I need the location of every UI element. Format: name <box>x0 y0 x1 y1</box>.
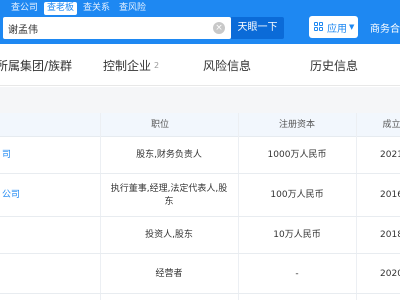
column-header-position: 职位 <box>150 120 169 130</box>
apps-label: 应用 <box>327 23 347 35</box>
clear-icon[interactable]: × <box>213 22 225 34</box>
tab-group-label: 所属集团/族群 <box>0 59 73 73</box>
capital-cell: 10万人民币 <box>273 230 321 240</box>
company-name-link[interactable]: 司 <box>0 137 100 174</box>
company-name-link[interactable] <box>0 254 100 294</box>
search-tab-company[interactable]: 查公司 <box>8 2 41 15</box>
table-row[interactable]: 司 股东,财务负责人 1000万人民币 2021-0 <box>0 137 400 174</box>
content-tabs: 所属集团/族群 控制企业 2 风险信息 历史信息 <box>0 44 400 86</box>
tab-controlled-label: 控制企业 <box>103 59 152 73</box>
tab-risk-info[interactable]: 风险信息 <box>203 57 251 74</box>
top-header: 查公司 查老板 查关系 查风险 × 天眼一下 应用 ▼ 商务合 <box>0 0 400 44</box>
companies-table: 职位 注册资本 成立日 司 股东,财务负责人 1000万人民币 2021-0 公… <box>0 113 400 300</box>
capital-cell: 1000万人民币 <box>267 150 327 160</box>
capital-cell: - <box>295 268 299 279</box>
date-cell: 2020-1 <box>380 268 400 279</box>
tab-count-badge: 2 <box>154 61 160 70</box>
tab-group[interactable]: 所属集团/族群 <box>0 57 72 74</box>
search-button[interactable]: 天眼一下 <box>231 17 284 39</box>
position-cell: 经营者 <box>155 268 183 279</box>
date-cell: 2018-0 <box>380 230 400 240</box>
date-cell: 2021-0 <box>380 150 400 160</box>
apps-grid-icon <box>314 22 324 32</box>
table-row[interactable]: 经营者 - 2020-1 <box>0 254 400 294</box>
position-cell: 投资人,股东 <box>145 230 193 240</box>
section-gap <box>0 87 400 113</box>
search-box: × <box>3 17 231 39</box>
tab-history-label: 历史信息 <box>310 59 359 73</box>
position-cell: 股东,财务负责人 <box>136 150 202 160</box>
business-link[interactable]: 商务合 <box>370 20 400 35</box>
tab-controlled-companies[interactable]: 控制企业 2 <box>103 57 159 74</box>
table-header: 职位 注册资本 成立日 <box>0 113 400 137</box>
search-tab-relation[interactable]: 查关系 <box>80 2 113 15</box>
table-row[interactable]: 公司 执行董事,经理,法定代表人,股东 100万人民币 2016-0 <box>0 174 400 217</box>
position-cell: 执行董事,经理,法定代表人,股东 <box>110 183 228 207</box>
capital-cell: 100万人民币 <box>270 190 324 200</box>
search-tab-risk[interactable]: 查风险 <box>116 2 149 15</box>
tab-history-info[interactable]: 历史信息 <box>310 57 358 74</box>
search-tab-boss[interactable]: 查老板 <box>44 2 78 15</box>
tab-risk-label: 风险信息 <box>203 59 252 73</box>
table-row[interactable]: 投资人,股东 10万人民币 2018-0 <box>0 217 400 254</box>
search-type-tabs: 查公司 查老板 查关系 查风险 <box>8 2 152 16</box>
company-name-link[interactable] <box>0 217 100 254</box>
caret-down-icon: ▼ <box>349 23 355 31</box>
column-header-capital: 注册资本 <box>278 120 315 130</box>
search-input[interactable] <box>3 17 203 39</box>
column-header-date: 成立日 <box>382 120 400 130</box>
date-cell: 2016-0 <box>380 190 400 200</box>
apps-dropdown-button[interactable]: 应用 ▼ <box>309 16 358 38</box>
company-name-link[interactable]: 公司 <box>0 174 100 217</box>
